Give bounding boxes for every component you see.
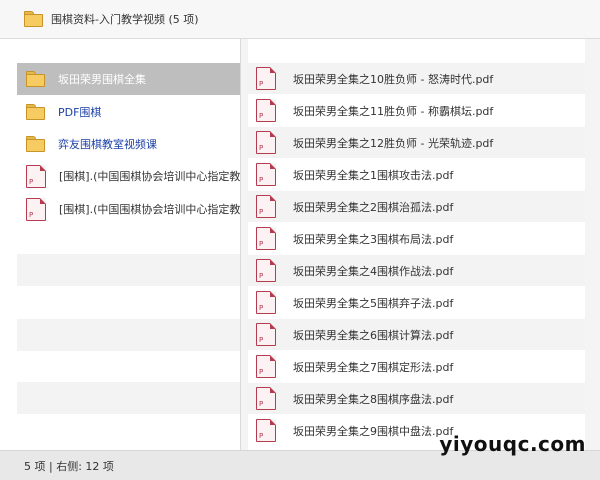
right-item-label: 坂田荣男全集之4围棋作战法.pdf	[293, 264, 454, 278]
empty-row-stripe	[17, 254, 240, 286]
pdf-file-icon: P	[256, 259, 276, 282]
folder-icon	[26, 71, 45, 87]
left-item-file[interactable]: P [围棋].(中国围棋协会培训中心指定教材	[17, 160, 240, 192]
pdf-file-icon: P	[256, 131, 276, 154]
right-item-file[interactable]: P 坂田荣男全集之12胜负师 - 光荣轨迹.pdf	[248, 127, 585, 158]
right-item-label: 坂田荣男全集之5围棋弃子法.pdf	[293, 296, 454, 310]
pdf-file-icon: P	[26, 197, 46, 221]
right-item-label: 坂田荣男全集之9围棋中盘法.pdf	[293, 424, 454, 438]
right-item-label: 坂田荣男全集之11胜负师 - 称霸棋坛.pdf	[293, 104, 494, 118]
folder-icon	[24, 11, 43, 27]
left-item-label: [围棋].(中国围棋协会培训中心指定教材	[59, 203, 240, 216]
pdf-file-icon: P	[256, 323, 276, 346]
window-title: 围棋资料-入门教学视频 (5 项)	[51, 13, 199, 26]
left-pane[interactable]: 坂田荣男围棋全集 PDF围棋 弈友围棋教室视频课 P [围棋].(中国围棋协会培…	[0, 39, 241, 450]
pdf-file-icon: P	[256, 67, 276, 90]
right-item-file[interactable]: P 坂田荣男全集之1围棋攻击法.pdf	[248, 159, 585, 190]
pdf-file-icon: P	[256, 355, 276, 378]
right-item-file[interactable]: P 坂田荣男全集之11胜负师 - 称霸棋坛.pdf	[248, 95, 585, 126]
pdf-file-icon: P	[256, 387, 276, 410]
folder-icon	[26, 136, 45, 152]
watermark: yiyouqc.com	[439, 432, 586, 456]
pane-margin	[585, 39, 600, 450]
status-text: 5 项 | 右侧: 12 项	[24, 459, 114, 473]
pdf-file-icon: P	[256, 419, 276, 442]
empty-row-stripe	[17, 319, 240, 351]
right-item-file[interactable]: P 坂田荣男全集之2围棋治孤法.pdf	[248, 191, 585, 222]
right-item-file[interactable]: P 坂田荣男全集之8围棋序盘法.pdf	[248, 383, 585, 414]
left-item-folder[interactable]: 坂田荣男围棋全集	[17, 63, 240, 95]
left-item-folder[interactable]: PDF围棋	[17, 96, 240, 128]
right-item-label: 坂田荣男全集之3围棋布局法.pdf	[293, 232, 454, 246]
right-item-label: 坂田荣男全集之7围棋定形法.pdf	[293, 360, 454, 374]
left-item-label: 弈友围棋教室视频课	[58, 138, 157, 151]
pdf-file-icon: P	[256, 227, 276, 250]
title-bar: 围棋资料-入门教学视频 (5 项)	[0, 0, 600, 39]
right-item-file[interactable]: P 坂田荣男全集之6围棋计算法.pdf	[248, 319, 585, 350]
right-item-file[interactable]: P 坂田荣男全集之10胜负师 - 怒涛时代.pdf	[248, 63, 585, 94]
left-item-label: PDF围棋	[58, 106, 102, 119]
right-item-file[interactable]: P 坂田荣男全集之4围棋作战法.pdf	[248, 255, 585, 286]
right-item-label: 坂田荣男全集之10胜负师 - 怒涛时代.pdf	[293, 72, 494, 86]
left-item-label: [围棋].(中国围棋协会培训中心指定教材	[59, 170, 240, 183]
right-item-label: 坂田荣男全集之8围棋序盘法.pdf	[293, 392, 454, 406]
right-item-label: 坂田荣男全集之1围棋攻击法.pdf	[293, 168, 454, 182]
pdf-file-icon: P	[256, 99, 276, 122]
pdf-file-icon: P	[256, 291, 276, 314]
right-item-label: 坂田荣男全集之6围棋计算法.pdf	[293, 328, 454, 342]
left-item-label: 坂田荣男围棋全集	[58, 73, 146, 86]
file-browser-window: 围棋资料-入门教学视频 (5 项) 坂田荣男围棋全集 PDF围棋 弈友围棋教室视…	[0, 0, 600, 480]
left-item-file[interactable]: P [围棋].(中国围棋协会培训中心指定教材	[17, 193, 240, 225]
right-item-file[interactable]: P 坂田荣男全集之7围棋定形法.pdf	[248, 351, 585, 382]
empty-row-stripe	[17, 382, 240, 414]
right-item-file[interactable]: P 坂田荣男全集之5围棋弃子法.pdf	[248, 287, 585, 318]
pdf-file-icon: P	[256, 195, 276, 218]
right-item-label: 坂田荣男全集之12胜负师 - 光荣轨迹.pdf	[293, 136, 494, 150]
folder-icon	[26, 104, 45, 120]
right-item-label: 坂田荣男全集之2围棋治孤法.pdf	[293, 200, 454, 214]
right-item-file[interactable]: P 坂田荣男全集之3围棋布局法.pdf	[248, 223, 585, 254]
pdf-file-icon: P	[256, 163, 276, 186]
right-pane[interactable]: P 坂田荣男全集之10胜负师 - 怒涛时代.pdf P 坂田荣男全集之11胜负师…	[248, 39, 585, 450]
left-item-folder[interactable]: 弈友围棋教室视频课	[17, 128, 240, 160]
pdf-file-icon: P	[26, 164, 46, 188]
